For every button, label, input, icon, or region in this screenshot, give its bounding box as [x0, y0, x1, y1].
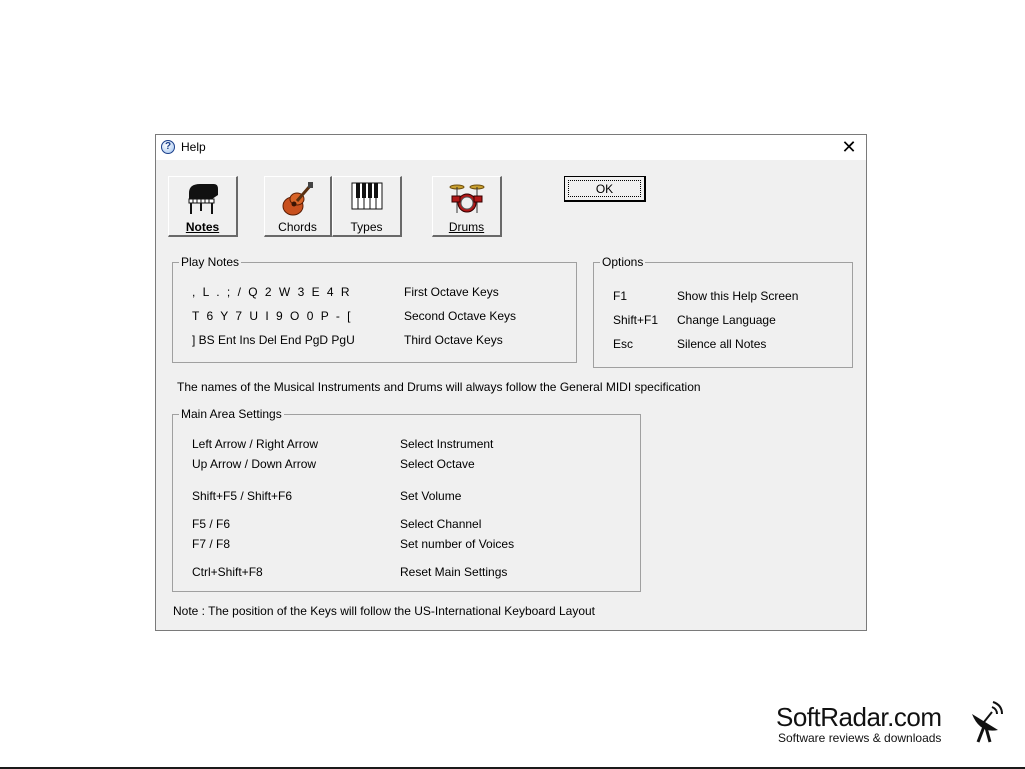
ok-label: OK [568, 180, 641, 197]
octave-keys-3: ] BS Ent Ins Del End PgD PgU [192, 333, 355, 347]
option-desc-3: Silence all Notes [677, 337, 767, 351]
drums-label: Drums [448, 220, 485, 234]
main-key-4: F5 / F6 [192, 517, 231, 531]
main-desc-2: Select Octave [400, 457, 475, 471]
close-button[interactable]: ✕ [838, 137, 860, 157]
footer-note: Note : The position of the Keys will fol… [173, 604, 596, 618]
guitar-icon [282, 182, 313, 216]
main-key-1: Left Arrow / Right Arrow [192, 437, 319, 451]
drums-button[interactable]: Drums [432, 176, 502, 237]
midi-note: The names of the Musical Instruments and… [177, 380, 701, 394]
octave-desc-1: First Octave Keys [404, 285, 499, 299]
play-notes-group: Play Notes , L . ; / Q 2 W 3 E 4 R First… [172, 255, 577, 363]
main-area-title: Main Area Settings [179, 407, 284, 421]
option-key-1: F1 [613, 289, 628, 303]
main-key-5: F7 / F8 [192, 537, 231, 551]
watermark-brand: SoftRadar.com [776, 702, 942, 732]
play-notes-title: Play Notes [179, 255, 242, 269]
option-key-2: Shift+F1 [613, 313, 659, 327]
window-title: Help [181, 140, 206, 154]
option-desc-1: Show this Help Screen [677, 289, 799, 303]
notes-button[interactable]: Notes [168, 176, 238, 237]
octave-keys-2: T 6 Y 7 U I 9 O 0 P - [ [192, 309, 353, 323]
drum-kit-icon [449, 184, 484, 213]
close-icon: ✕ [841, 137, 857, 157]
main-area-group: Main Area Settings Left Arrow / Right Ar… [172, 407, 641, 592]
help-dialog: ? Help ✕ Notes Chords Types Drums OK Pla… [155, 134, 867, 631]
types-button[interactable]: Types [332, 176, 402, 237]
options-group: Options F1 Show this Help Screen Shift+F… [593, 255, 853, 368]
options-title: Options [600, 255, 646, 269]
watermark-tagline: Software reviews & downloads [778, 731, 942, 745]
title-bar[interactable]: ? Help ✕ [156, 135, 866, 160]
main-desc-6: Reset Main Settings [400, 565, 508, 579]
main-desc-4: Select Channel [400, 517, 482, 531]
main-key-3: Shift+F5 / Shift+F6 [192, 489, 293, 503]
main-desc-1: Select Instrument [400, 437, 494, 451]
notes-label: Notes [185, 220, 220, 234]
option-desc-2: Change Language [677, 313, 776, 327]
option-key-3: Esc [613, 337, 634, 351]
chords-button[interactable]: Chords [264, 176, 332, 237]
watermark: SoftRadar.com Software reviews & downloa… [776, 700, 1016, 750]
octave-keys-1: , L . ; / Q 2 W 3 E 4 R [192, 285, 352, 299]
chords-label: Chords [278, 220, 317, 234]
octave-desc-3: Third Octave Keys [404, 333, 503, 347]
satellite-dish-icon [972, 701, 1003, 743]
octave-desc-2: Second Octave Keys [404, 309, 517, 323]
main-key-6: Ctrl+Shift+F8 [192, 565, 263, 579]
types-label: Types [350, 220, 383, 234]
help-icon: ? [161, 140, 175, 154]
main-desc-3: Set Volume [400, 489, 462, 503]
piano-keys-icon [351, 182, 382, 210]
main-desc-5: Set number of Voices [400, 537, 515, 551]
main-key-2: Up Arrow / Down Arrow [192, 457, 317, 471]
grand-piano-icon [188, 184, 218, 214]
ok-button[interactable]: OK [564, 176, 646, 202]
